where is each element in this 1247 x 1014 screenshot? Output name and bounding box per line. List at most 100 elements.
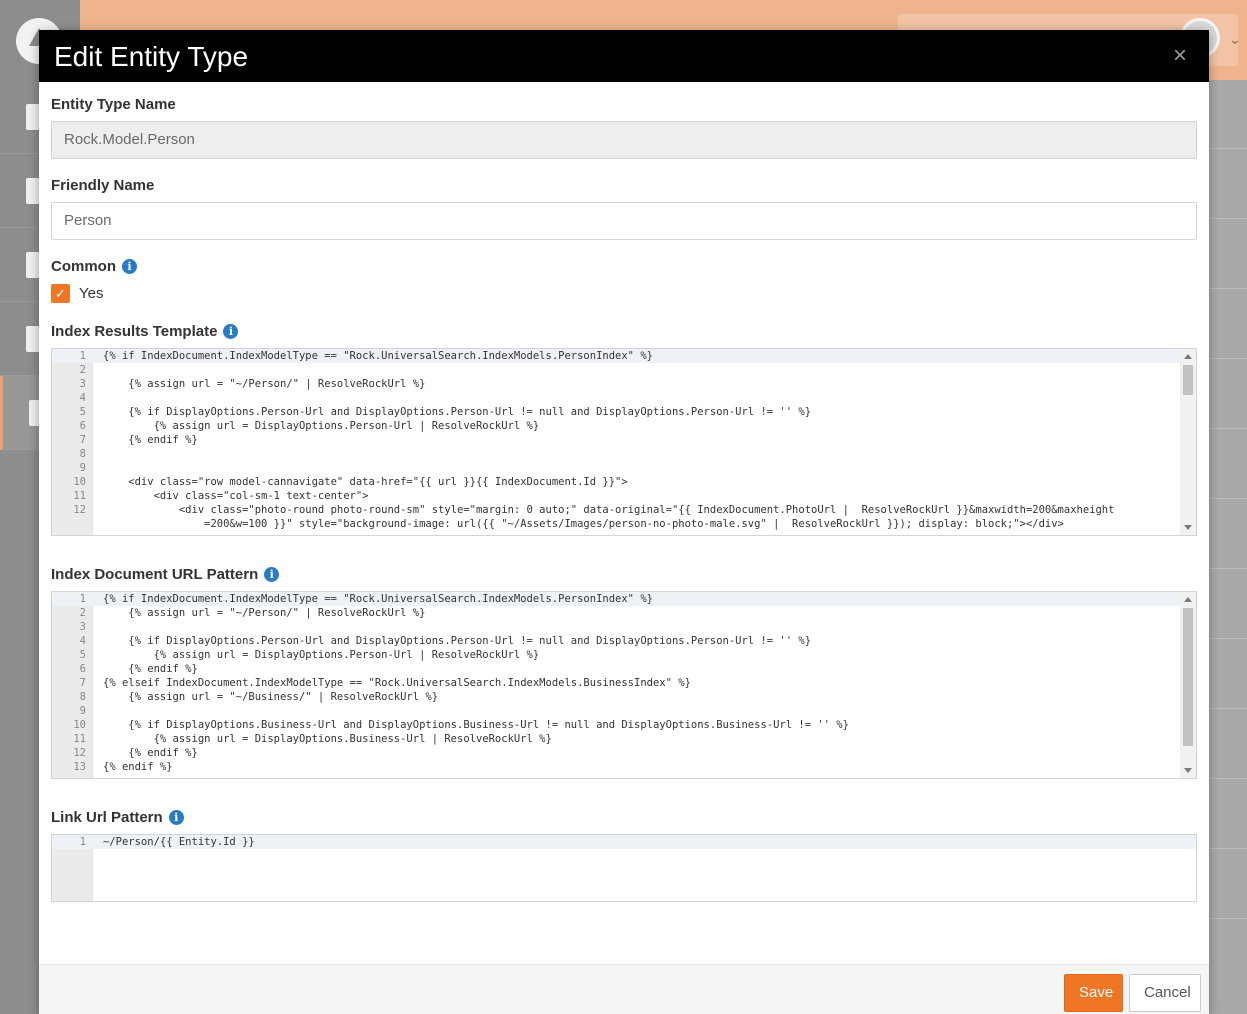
line-number: 12	[73, 747, 86, 759]
code-text: {% assign url = "~/Business/" | ResolveR…	[103, 691, 439, 703]
code-text: {% endif %}	[103, 747, 198, 759]
code-lines[interactable]: 1 {% if IndexDocument.IndexModelType == "…	[52, 592, 1180, 774]
person-icon	[26, 178, 40, 204]
line-number: 5	[79, 649, 86, 661]
checkmark-icon[interactable]: ✓	[51, 283, 70, 303]
entity-type-name-group: Entity Type Name Rock.Model.Person	[51, 94, 1197, 159]
line-number: 7	[79, 434, 86, 446]
code-text: {% assign url = DisplayOptions.Business-…	[103, 733, 552, 745]
code-lines[interactable]: 1 ~/Person/{{ Entity.Id }}	[52, 835, 1196, 849]
line-number: 10	[73, 476, 86, 488]
code-text: {% assign url = DisplayOptions.Person-Ur…	[103, 649, 540, 661]
code-line[interactable]: 7 {% endif %}	[52, 433, 1180, 447]
common-checkbox-row[interactable]: ✓ Yes	[51, 283, 1197, 303]
save-button[interactable]: Save	[1064, 974, 1123, 1012]
code-text: {% if IndexDocument.IndexModelType == "R…	[103, 593, 653, 605]
info-icon[interactable]: i	[223, 323, 239, 339]
code-line[interactable]: 11 <div class="col-sm-1 text-center">	[52, 489, 1180, 503]
code-line[interactable]: 10 {% if DisplayOptions.Business-Url and…	[52, 718, 1180, 732]
common-checkbox-label[interactable]: Yes	[79, 285, 103, 302]
code-line[interactable]: 7 {% elseif IndexDocument.IndexModelType …	[52, 676, 1180, 690]
code-line[interactable]: 12 {% endif %}	[52, 746, 1180, 760]
code-line[interactable]: 9	[52, 704, 1180, 718]
line-number: 7	[79, 677, 86, 689]
code-line[interactable]: 1 {% if IndexDocument.IndexModelType == "…	[52, 349, 1180, 363]
line-number: 3	[79, 621, 86, 633]
editor-scrollbar[interactable]	[1180, 349, 1196, 535]
code-line[interactable]: 6 {% endif %}	[52, 662, 1180, 676]
code-line[interactable]: 5 {% if DisplayOptions.Person-Url and Di…	[52, 405, 1180, 419]
wrench-icon	[26, 326, 40, 352]
scroll-down-icon[interactable]	[1184, 525, 1192, 530]
code-line[interactable]: 9	[52, 461, 1180, 475]
code-line[interactable]: 2	[52, 363, 1180, 377]
scroll-up-icon[interactable]	[1184, 354, 1192, 359]
code-line[interactable]: 4	[52, 391, 1180, 405]
info-icon[interactable]: i	[168, 809, 184, 825]
scroll-up-icon[interactable]	[1184, 597, 1192, 602]
code-text: {% endif %}	[103, 434, 198, 446]
scroll-down-icon[interactable]	[1184, 768, 1192, 773]
info-icon[interactable]: i	[122, 258, 137, 274]
scroll-thumb[interactable]	[1183, 608, 1193, 746]
code-line[interactable]: 8	[52, 447, 1180, 461]
code-line[interactable]: 11 {% assign url = DisplayOptions.Busine…	[52, 732, 1180, 746]
code-text: <div class="row model-cannavigate" data-…	[103, 476, 628, 488]
line-number: 3	[79, 378, 86, 390]
code-text: ~/Person/{{ Entity.Id }}	[103, 836, 255, 848]
code-line[interactable]: 6 {% assign url = DisplayOptions.Person-…	[52, 419, 1180, 433]
link-url-pattern-editor[interactable]: 1 ~/Person/{{ Entity.Id }}	[51, 834, 1197, 902]
code-line[interactable]: 13 {% endif %}	[52, 760, 1180, 774]
scroll-thumb[interactable]	[1183, 365, 1193, 395]
info-icon[interactable]: i	[264, 566, 280, 582]
code-line[interactable]: 10 <div class="row model-cannavigate" da…	[52, 475, 1180, 489]
cancel-button[interactable]: Cancel	[1129, 974, 1201, 1012]
code-text: {% if DisplayOptions.Person-Url and Disp…	[103, 635, 812, 647]
edit-entity-type-modal: Edit Entity Type × Entity Type Name Rock…	[39, 30, 1209, 1014]
line-number: 10	[73, 719, 86, 731]
line-number: 2	[79, 364, 86, 376]
code-text: <div class="col-sm-1 text-center">	[103, 490, 369, 502]
line-number: 1	[79, 593, 86, 605]
document-icon	[26, 104, 40, 130]
line-number: 13	[73, 761, 86, 773]
code-text: {% elseif IndexDocument.IndexModelType =…	[103, 677, 691, 689]
index-document-url-pattern-editor[interactable]: 1 {% if IndexDocument.IndexModelType == "…	[51, 591, 1197, 779]
code-lines[interactable]: 1 {% if IndexDocument.IndexModelType == "…	[52, 349, 1180, 531]
line-number: 8	[79, 448, 86, 460]
code-text: {% endif %}	[103, 663, 198, 675]
modal-footer: Save Cancel	[39, 964, 1209, 1014]
code-line[interactable]: 12 <div class="photo-round photo-round-s…	[52, 503, 1180, 517]
close-icon[interactable]: ×	[1173, 42, 1187, 70]
code-line[interactable]: 5 {% assign url = DisplayOptions.Person-…	[52, 648, 1180, 662]
code-text: {% if DisplayOptions.Business-Url and Di…	[103, 719, 849, 731]
code-line[interactable]: 4 {% if DisplayOptions.Person-Url and Di…	[52, 634, 1180, 648]
code-line[interactable]: 8 {% assign url = "~/Business/" | Resolv…	[52, 690, 1180, 704]
link-url-pattern-group: Link Url Pattern i 1 ~/Person/{{ Entity.I…	[51, 807, 1197, 902]
code-line[interactable]: 3	[52, 620, 1180, 634]
code-text: {% if IndexDocument.IndexModelType == "R…	[103, 350, 653, 362]
friendly-name-input[interactable]: Person	[51, 202, 1197, 240]
line-number: 11	[73, 490, 86, 502]
chevron-down-icon[interactable]: ⌄	[1229, 31, 1241, 48]
line-number: 1	[79, 350, 86, 362]
modal-header: Edit Entity Type ×	[39, 30, 1209, 82]
code-line[interactable]: 1 {% if IndexDocument.IndexModelType == "…	[52, 592, 1180, 606]
index-results-template-label: Index Results Template i	[51, 321, 1197, 341]
code-line[interactable]: 3 {% assign url = "~/Person/" | ResolveR…	[52, 377, 1180, 391]
code-text: =200&w=100 }}" style="background-image: …	[103, 518, 1064, 530]
line-number: 6	[79, 663, 86, 675]
common-label: Common i	[51, 256, 1197, 276]
common-group: Common i ✓ Yes	[51, 256, 1197, 303]
editor-scrollbar[interactable]	[1180, 592, 1196, 778]
index-results-template-editor[interactable]: 1 {% if IndexDocument.IndexModelType == "…	[51, 348, 1197, 536]
line-number: 4	[79, 392, 86, 404]
code-line[interactable]: 2 {% assign url = "~/Person/" | ResolveR…	[52, 606, 1180, 620]
code-line[interactable]: =200&w=100 }}" style="background-image: …	[52, 517, 1180, 531]
code-line[interactable]: 1 ~/Person/{{ Entity.Id }}	[52, 835, 1196, 849]
line-number: 4	[79, 635, 86, 647]
